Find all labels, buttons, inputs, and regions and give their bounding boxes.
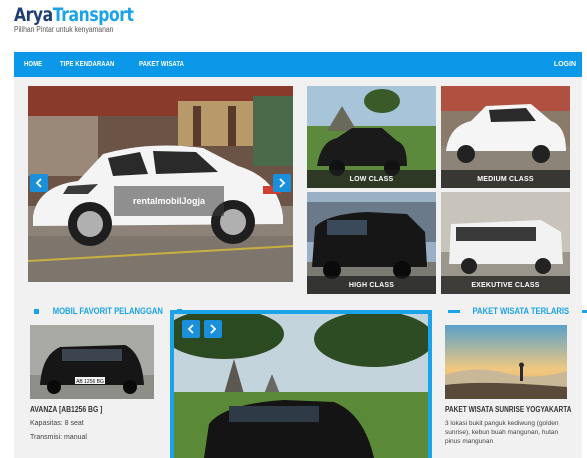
tour-heading: PAKET WISATA TERLARIS xyxy=(444,306,587,316)
low-class-label: LOW CLASS xyxy=(307,170,436,188)
hero-caption-part2: Jogja xyxy=(181,196,206,206)
tile-exekutive-class[interactable]: EXEKUTIVE CLASS xyxy=(441,192,570,294)
brand-logo[interactable]: AryaTransport Pilihan Pintar untuk kenya… xyxy=(14,4,160,34)
page: AryaTransport Pilihan Pintar untuk kenya… xyxy=(0,0,587,458)
hero-caption: rentalmobil Jogja xyxy=(114,186,224,216)
brand-title-part2: Transport xyxy=(52,4,134,26)
tour-name[interactable]: PAKET WISATA SUNRISE YOGYAKARTA xyxy=(445,405,571,414)
nav-tipe-kendaraan[interactable]: TIPE KENDARAAN xyxy=(60,61,114,68)
sunrise-photo xyxy=(445,325,567,399)
main-navbar: HOME TIPE KENDARAAN PAKET WISATA LOGIN xyxy=(14,52,582,77)
tour-heading-text: PAKET WISATA TERLARIS xyxy=(472,306,570,316)
favorite-car-image[interactable]: AB 1256 BG xyxy=(30,325,154,399)
brand-title: AryaTransport xyxy=(14,4,134,26)
tour-image[interactable] xyxy=(445,325,567,399)
slider-prev-button[interactable] xyxy=(182,320,200,338)
hero-prev-button[interactable] xyxy=(30,174,48,192)
tile-medium-class[interactable]: MEDIUM CLASS xyxy=(441,86,570,188)
exekutive-class-label: EXEKUTIVE CLASS xyxy=(441,276,570,294)
hero-next-button[interactable] xyxy=(273,174,291,192)
medium-class-label: MEDIUM CLASS xyxy=(441,170,570,188)
favorite-capacity: Kapasitas: 8 seat xyxy=(30,420,84,427)
tile-high-class[interactable]: HIGH CLASS xyxy=(307,192,436,294)
hero-caption-part1: rentalmobil xyxy=(132,196,182,206)
favorite-transmission: Transmisi: manual xyxy=(30,434,87,441)
heading-square-left xyxy=(34,308,39,314)
brand-title-part1: Arya xyxy=(14,4,53,26)
favorite-slider[interactable] xyxy=(170,310,432,458)
favorite-heading: MOBIL FAVORIT PELANGGAN xyxy=(30,306,186,316)
hero-image xyxy=(28,86,293,282)
favorite-car-name[interactable]: AVANZA [AB1256 BG ] xyxy=(30,405,102,414)
heading-bar-right xyxy=(581,309,587,313)
avanza-photo: AB 1256 BG xyxy=(30,325,154,399)
nav-paket-wisata[interactable]: PAKET WISATA xyxy=(139,61,184,68)
chevron-left-icon xyxy=(187,324,194,334)
tile-low-class[interactable]: LOW CLASS xyxy=(307,86,436,188)
favorite-heading-text: MOBIL FAVORIT PELANGGAN xyxy=(52,306,163,316)
nav-home[interactable]: HOME xyxy=(24,61,42,68)
nav-login[interactable]: LOGIN xyxy=(554,61,576,68)
tour-description: 3 lokasi bukit panguk kediwung (golden s… xyxy=(445,420,559,445)
brand-tagline: Pilihan Pintar untuk kenyamanan xyxy=(14,25,114,34)
hero-slider[interactable]: rentalmobil Jogja xyxy=(28,86,293,282)
plate-text: AB 1256 BG xyxy=(76,379,104,385)
chevron-right-icon xyxy=(210,324,217,334)
chevron-left-icon xyxy=(35,178,42,188)
chevron-right-icon xyxy=(279,178,286,188)
slider-next-button[interactable] xyxy=(204,320,222,338)
heading-bar-left xyxy=(448,309,460,313)
high-class-label: HIGH CLASS xyxy=(307,276,436,294)
